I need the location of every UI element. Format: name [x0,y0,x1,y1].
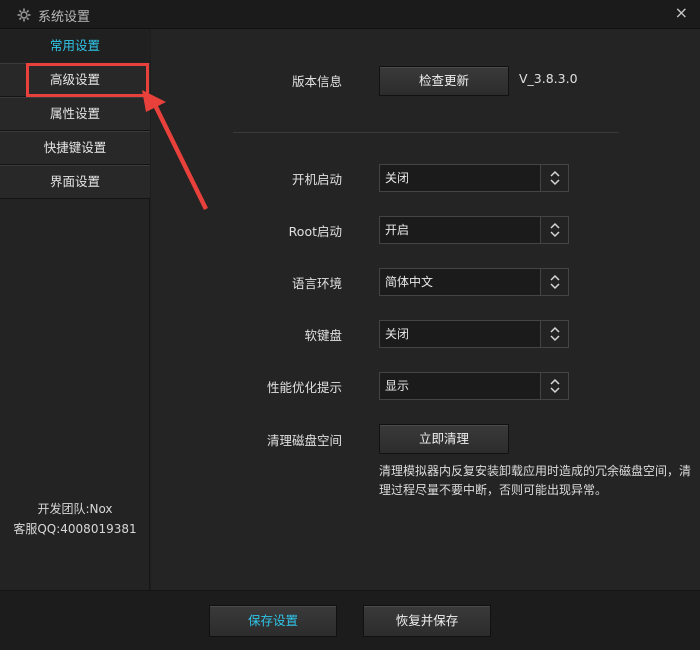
perf-tip-value: 显示 [385,379,410,393]
close-icon[interactable]: × [675,5,688,21]
gear-icon [17,8,31,22]
sidebar-item-properties[interactable]: 属性设置 [0,97,150,131]
title-bar: 系统设置 × [0,0,700,29]
updown-spinner-icon [540,269,568,295]
sidebar-item-common[interactable]: 常用设置 [0,30,150,62]
clean-now-button[interactable]: 立即清理 [379,424,509,454]
language-value: 简体中文 [385,275,434,289]
boot-start-select[interactable]: 关闭 [379,164,569,192]
divider [233,132,619,133]
boot-start-value: 关闭 [385,171,410,185]
bottom-bar: 保存设置 恢复并保存 [0,590,700,650]
root-start-value: 开启 [385,223,410,237]
sidebar-item-advanced[interactable]: 高级设置 [0,63,150,97]
updown-spinner-icon [540,217,568,243]
check-update-button[interactable]: 检查更新 [379,66,509,96]
softkeyboard-value: 关闭 [385,327,410,341]
disk-clean-label: 清理磁盘空间 [266,433,342,448]
updown-spinner-icon [540,321,568,347]
root-start-label: Root启动 [288,224,342,239]
dev-team-text: 开发团队:Nox [37,502,113,516]
softkeyboard-select[interactable]: 关闭 [379,320,569,348]
version-value: V_3.8.3.0 [519,71,578,86]
settings-panel: 版本信息 检查更新 V_3.8.3.0 开机启动 关闭 Root启动 开启 语言… [151,29,700,590]
updown-spinner-icon [540,165,568,191]
perf-tip-label: 性能优化提示 [266,380,342,395]
boot-start-label: 开机启动 [291,172,342,187]
language-label: 语言环境 [291,276,342,291]
softkeyboard-label: 软键盘 [304,328,342,343]
support-qq-text: 客服QQ:4008019381 [13,522,137,536]
root-start-select[interactable]: 开启 [379,216,569,244]
window-title: 系统设置 [38,10,91,25]
sidebar-item-shortcuts[interactable]: 快捷键设置 [0,131,150,165]
sidebar-item-interface[interactable]: 界面设置 [0,165,150,199]
save-settings-button[interactable]: 保存设置 [209,605,337,637]
perf-tip-select[interactable]: 显示 [379,372,569,400]
sidebar: 常用设置 高级设置 属性设置 快捷键设置 界面设置 开发团队:Nox 客服QQ:… [0,29,150,590]
version-label: 版本信息 [291,74,342,89]
language-select[interactable]: 简体中文 [379,268,569,296]
restore-and-save-button[interactable]: 恢复并保存 [363,605,491,637]
disk-clean-note: 清理模拟器内反复安装卸载应用时造成的冗余磁盘空间，清理过程尽量不要中断，否则可能… [379,464,692,497]
updown-spinner-icon [540,373,568,399]
